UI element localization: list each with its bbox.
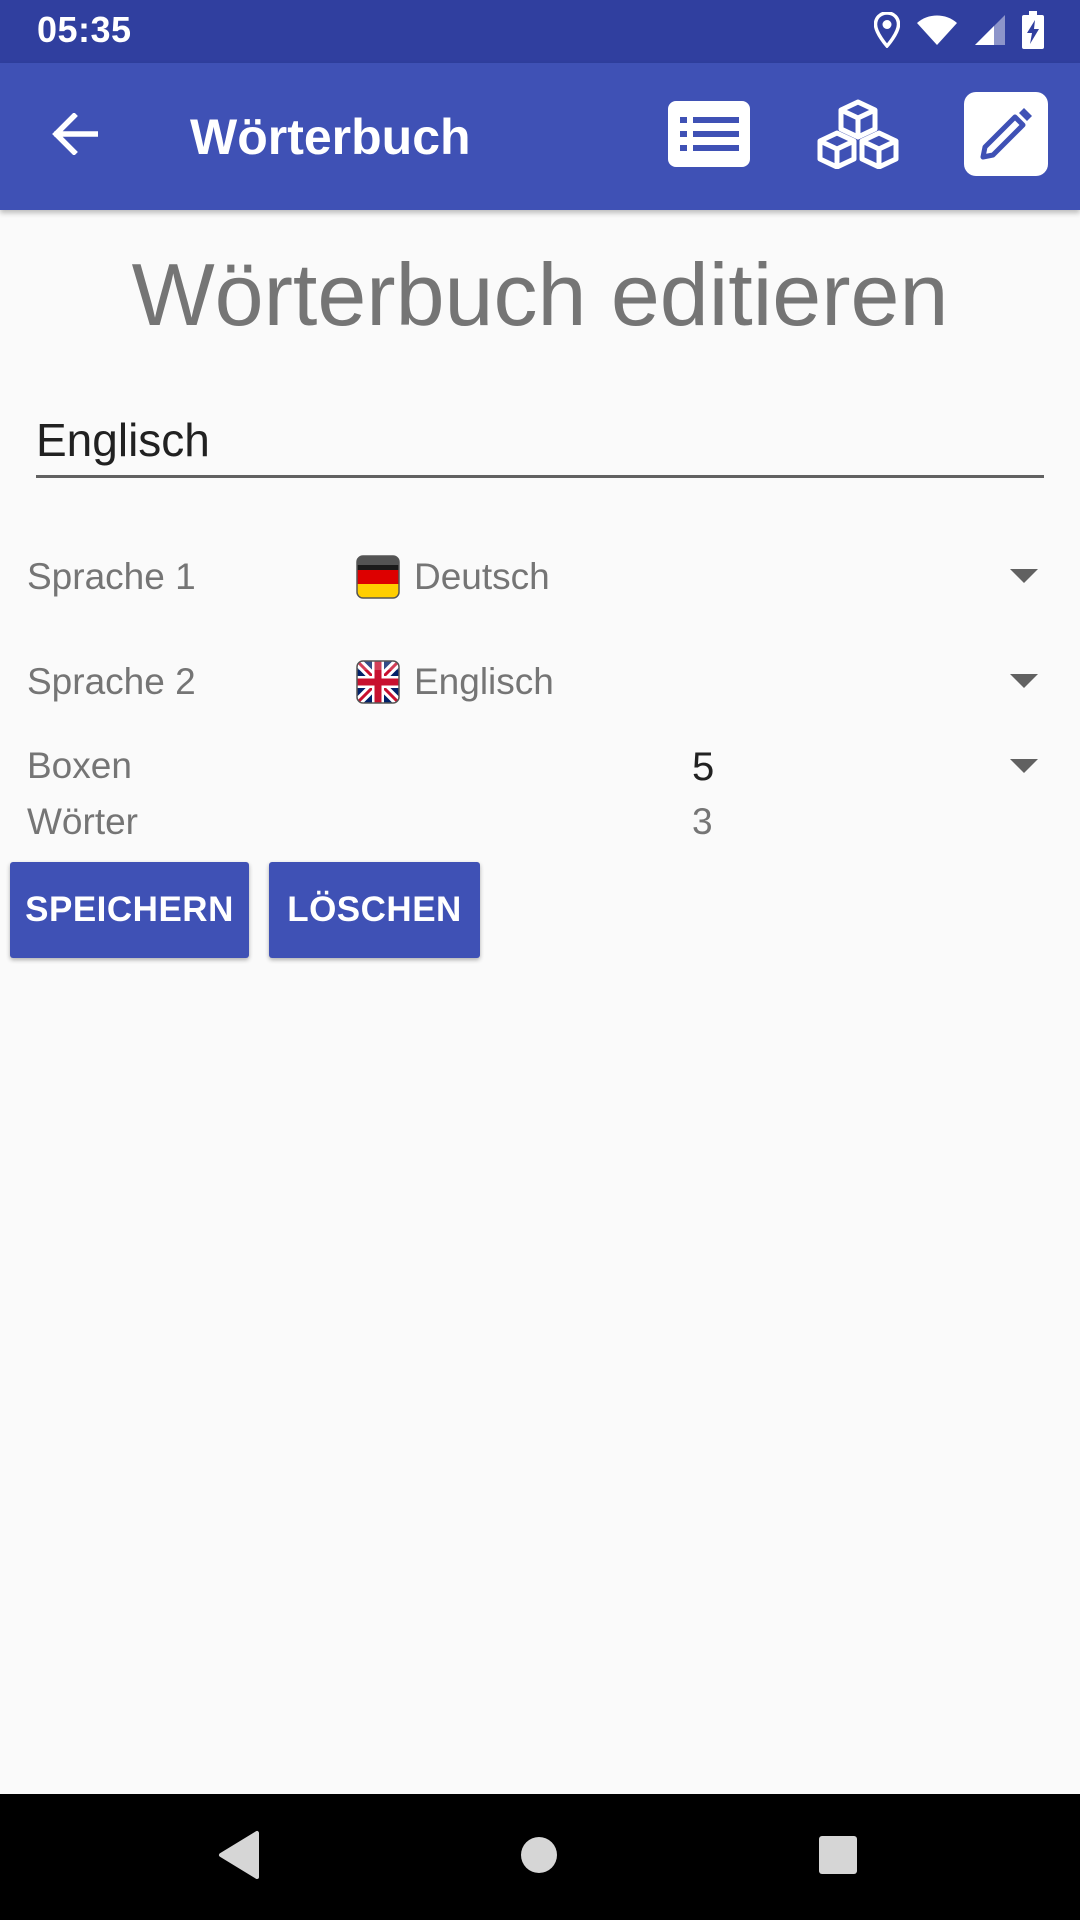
chevron-down-icon bbox=[1010, 759, 1038, 773]
location-icon bbox=[873, 10, 901, 53]
boxes-spinner[interactable]: 5 bbox=[680, 735, 1050, 799]
chevron-down-icon bbox=[1010, 674, 1038, 688]
language1-value: Deutsch bbox=[414, 556, 550, 597]
nav-back-button[interactable] bbox=[203, 1821, 275, 1893]
cell-signal-icon bbox=[974, 14, 1006, 51]
german-flag-icon bbox=[356, 555, 400, 599]
back-button[interactable] bbox=[40, 101, 110, 171]
triangle-back-icon bbox=[217, 1830, 261, 1885]
app-bar: Wörterbuch bbox=[0, 63, 1080, 210]
page-title: Wörterbuch editieren bbox=[131, 245, 949, 344]
list-button[interactable] bbox=[666, 93, 752, 179]
words-count: 3 bbox=[692, 801, 713, 842]
language2-label: Sprache 2 bbox=[27, 661, 196, 702]
boxes-label: Boxen bbox=[27, 745, 132, 786]
delete-button[interactable]: LÖSCHEN bbox=[269, 862, 480, 958]
navigation-bar bbox=[0, 1794, 1080, 1920]
status-icons bbox=[873, 10, 1044, 54]
chevron-down-icon bbox=[1010, 569, 1038, 583]
nav-home-button[interactable] bbox=[503, 1821, 575, 1893]
language1-spinner[interactable]: Deutsch bbox=[350, 537, 1050, 617]
status-time: 05:35 bbox=[37, 9, 132, 50]
language2-spinner[interactable]: Englisch bbox=[350, 642, 1050, 722]
arrow-back-icon bbox=[52, 111, 99, 160]
nav-recents-button[interactable] bbox=[802, 1821, 874, 1893]
battery-charging-icon bbox=[1022, 10, 1044, 54]
boxes-button[interactable] bbox=[815, 93, 901, 179]
circle-home-icon bbox=[519, 1835, 559, 1880]
square-recents-icon bbox=[818, 1835, 858, 1880]
boxes-icon bbox=[815, 99, 901, 174]
words-label: Wörter bbox=[27, 801, 138, 842]
wifi-icon bbox=[916, 14, 958, 51]
language1-label: Sprache 1 bbox=[27, 556, 196, 597]
save-button[interactable]: SPEICHERN bbox=[10, 862, 249, 958]
status-bar: 05:35 bbox=[0, 0, 1080, 63]
dictionary-name-input[interactable] bbox=[36, 405, 1044, 478]
language2-value: Englisch bbox=[414, 661, 554, 702]
boxes-value: 5 bbox=[692, 745, 715, 789]
edit-icon bbox=[963, 91, 1049, 182]
edit-button[interactable] bbox=[963, 91, 1049, 182]
app-title: Wörterbuch bbox=[190, 109, 471, 165]
uk-flag-icon bbox=[356, 660, 400, 704]
list-icon bbox=[666, 99, 752, 174]
